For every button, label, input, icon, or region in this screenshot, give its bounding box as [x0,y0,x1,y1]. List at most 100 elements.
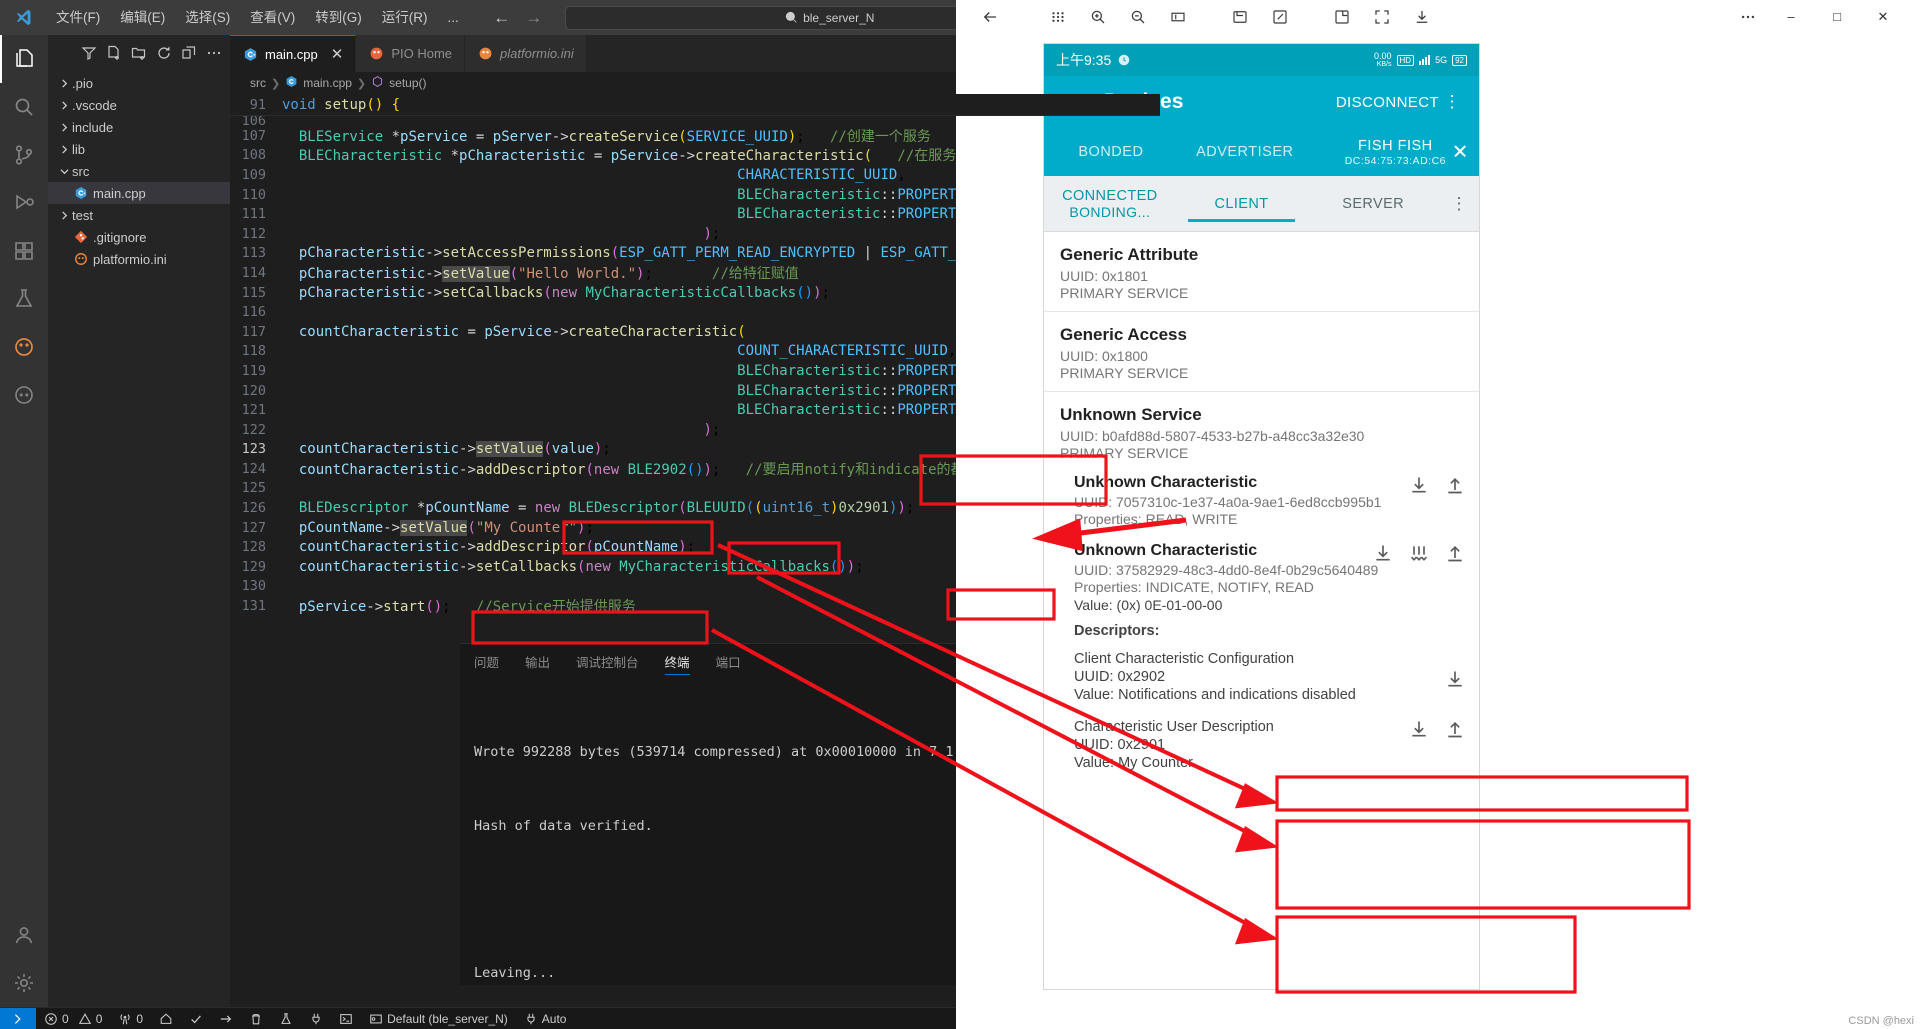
activity-source-control[interactable] [0,131,48,179]
download-icon[interactable] [1409,475,1429,500]
notify-icon[interactable] [1409,543,1429,568]
panel-tab-ports[interactable]: 端口 [716,644,741,679]
activity-copilot[interactable] [0,371,48,419]
tree-item-src[interactable]: src [48,160,230,182]
activity-platformio[interactable] [0,323,48,371]
tab-pio-home[interactable]: PIO Home [356,35,466,72]
minimize-icon[interactable]: – [1768,0,1814,33]
download-icon[interactable] [1409,719,1429,744]
status-serial-port[interactable]: Auto [516,1008,575,1029]
tree-item-pio[interactable]: .pio [48,72,230,94]
status-build[interactable] [181,1008,211,1029]
activity-explorer[interactable] [0,35,48,83]
descriptor-actions[interactable] [1409,719,1465,744]
service-generic-attribute[interactable]: Generic Attribute UUID: 0x1801 PRIMARY S… [1044,232,1479,312]
disconnect-button[interactable]: DISCONNECT [1336,94,1439,111]
close-icon[interactable]: ✕ [331,47,344,62]
activity-search[interactable] [0,83,48,131]
screenshot-icon[interactable] [1220,0,1260,33]
status-home[interactable] [151,1008,181,1029]
tree-item-vscode[interactable]: .vscode [48,94,230,116]
nav-buttons[interactable]: ← → [487,5,549,31]
characteristic-actions[interactable] [1373,543,1465,568]
upload-icon[interactable] [1445,719,1465,744]
breadcrumb-symbol[interactable]: setup() [389,76,426,90]
refresh-icon[interactable] [156,45,172,61]
menu-bar[interactable]: 文件(F) 编辑(E) 选择(S) 查看(V) 转到(G) 运行(R) ... [46,0,469,35]
more-icon[interactable] [206,45,222,61]
characteristic-actions[interactable] [1409,475,1465,500]
tree-item-lib[interactable]: lib [48,138,230,160]
activity-extensions[interactable] [0,227,48,275]
descriptor-actions[interactable] [1445,669,1465,694]
fit-icon[interactable] [1158,0,1198,33]
panel-tab-terminal[interactable]: 终端 [664,644,690,679]
new-folder-icon[interactable] [131,45,147,61]
back-icon[interactable]: ← [487,5,517,31]
descriptor-user-description[interactable]: Characteristic User Description UUID: 0x… [1044,709,1479,777]
new-file-icon[interactable] [106,45,122,61]
download-icon[interactable] [1373,543,1393,568]
tree-item-test[interactable]: test [48,204,230,226]
menu-more[interactable]: ... [438,0,469,35]
status-serial-monitor[interactable] [301,1008,331,1029]
tab-platformio-ini[interactable]: platformio.ini [465,35,587,72]
activity-settings[interactable] [0,959,48,1007]
tree-item-platformio-ini[interactable]: platformio.ini [48,248,230,270]
tab-advertiser[interactable]: ADVERTISER [1178,144,1312,160]
download-icon[interactable] [1445,669,1465,694]
tab-bonded[interactable]: BONDED [1044,144,1178,160]
panel-tab-output[interactable]: 输出 [525,644,550,679]
remote-indicator-icon[interactable] [0,1007,36,1029]
panel-tab-debug-console[interactable]: 调试控制台 [576,644,639,679]
menu-view[interactable]: 查看(V) [240,0,305,35]
status-upload[interactable] [211,1008,241,1029]
panel-tab-problems[interactable]: 问题 [474,644,499,679]
menu-file[interactable]: 文件(F) [46,0,110,35]
status-radio-tower[interactable]: 0 [110,1008,151,1029]
menu-go[interactable]: 转到(G) [305,0,372,35]
menu-selection[interactable]: 选择(S) [175,0,240,35]
descriptor-cccd[interactable]: Client Characteristic Configuration UUID… [1044,645,1479,709]
copy-icon[interactable] [1322,0,1362,33]
breadcrumb-file[interactable]: main.cpp [303,76,352,90]
device-tabs[interactable]: BONDED ADVERTISER FISH FISH DC:54:75:73:… [1044,128,1479,176]
zoom-out-icon[interactable] [1118,0,1158,33]
file-tree[interactable]: .pio .vscode include lib src main.cpp te… [48,70,230,270]
characteristic-unknown-2[interactable]: Unknown Characteristic UUID: 37582929-48… [1044,533,1479,619]
more-vert-icon[interactable]: ⋮ [1439,93,1465,110]
maximize-icon[interactable]: □ [1814,0,1860,33]
activity-run-debug[interactable] [0,179,48,227]
status-new-terminal[interactable] [331,1008,361,1029]
tree-item-main-cpp[interactable]: main.cpp [48,182,230,204]
subtab-connected[interactable]: CONNECTED BONDING... [1044,188,1176,220]
mirror-toolbar[interactable]: – □ ✕ [956,0,1920,33]
apps-grid-icon[interactable] [1038,0,1078,33]
back-icon[interactable] [970,0,1010,33]
activity-accounts[interactable] [0,911,48,959]
fullscreen-icon[interactable] [1362,0,1402,33]
subtab-client[interactable]: CLIENT [1176,196,1308,222]
zoom-in-icon[interactable] [1078,0,1118,33]
collapse-all-icon[interactable] [181,45,197,61]
menu-run[interactable]: 运行(R) [372,0,438,35]
breadcrumb-src[interactable]: src [250,76,266,90]
more-icon[interactable] [1728,0,1768,33]
menu-edit[interactable]: 编辑(E) [110,0,175,35]
service-generic-access[interactable]: Generic Access UUID: 0x1800 PRIMARY SERV… [1044,312,1479,392]
activity-bar[interactable] [0,35,48,1007]
status-environment[interactable]: Default (ble_server_N) [361,1008,516,1029]
upload-icon[interactable] [1445,475,1465,500]
more-vert-icon[interactable]: ⋮ [1439,195,1479,212]
explorer-toolbar[interactable] [48,35,230,70]
tab-main-cpp[interactable]: main.cpp ✕ [230,35,357,72]
upload-icon[interactable] [1445,543,1465,568]
activity-testing[interactable] [0,275,48,323]
tree-item-include[interactable]: include [48,116,230,138]
characteristic-unknown-1[interactable]: Unknown Characteristic UUID: 7057310c-1e… [1044,465,1479,533]
filter-icon[interactable] [81,45,97,61]
connection-subtabs[interactable]: CONNECTED BONDING... CLIENT SERVER ⋮ [1044,176,1479,232]
status-test[interactable] [271,1008,301,1029]
status-errors[interactable]: 0 0 [36,1008,110,1029]
service-unknown[interactable]: Unknown Service UUID: b0afd88d-5807-4533… [1044,392,1479,465]
